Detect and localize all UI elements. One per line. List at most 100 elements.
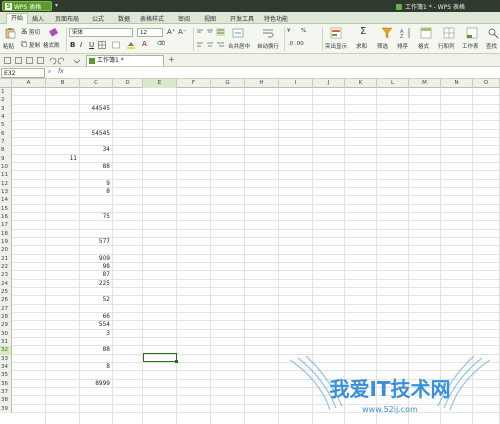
row-header[interactable]: 24 bbox=[0, 279, 12, 288]
clear-format-icon[interactable]: ⌫ bbox=[157, 41, 165, 47]
format-button[interactable]: 格式 bbox=[418, 42, 429, 50]
cell-c36[interactable]: 8999 bbox=[80, 380, 110, 388]
align-horizontal-icons[interactable] bbox=[196, 41, 226, 49]
find-button[interactable]: 查找 bbox=[486, 42, 497, 50]
tab-menu[interactable]: 视图 bbox=[204, 14, 216, 23]
decimal-icons[interactable]: .0 .00 bbox=[288, 41, 304, 47]
row-header[interactable]: 14 bbox=[0, 196, 12, 205]
sum-button[interactable]: 求和 bbox=[356, 42, 367, 50]
row-header[interactable]: 25 bbox=[0, 287, 12, 297]
row-header[interactable]: 9 bbox=[0, 154, 12, 163]
cell-c21[interactable]: 909 bbox=[80, 255, 110, 263]
tab-menu[interactable]: 数据 bbox=[118, 14, 130, 23]
app-menu-button[interactable]: S WPS 表格 bbox=[2, 1, 52, 11]
row-header[interactable]: 27 bbox=[0, 304, 12, 313]
cell-c34[interactable]: 8 bbox=[80, 363, 110, 371]
select-all-corner[interactable] bbox=[0, 79, 12, 88]
column-header-a[interactable]: A bbox=[12, 79, 46, 88]
row-header[interactable]: 37 bbox=[0, 387, 12, 397]
font-name-select[interactable]: 宋体 bbox=[69, 28, 133, 37]
row-header[interactable]: 38 bbox=[0, 396, 12, 405]
row-header[interactable]: 33 bbox=[0, 354, 12, 363]
copy-icon[interactable] bbox=[21, 41, 27, 47]
row-header[interactable]: 34 bbox=[0, 362, 12, 372]
tab-workbook1[interactable]: 工作簿1 * bbox=[86, 55, 164, 66]
row-header[interactable]: 26 bbox=[0, 296, 12, 305]
row-header[interactable]: 36 bbox=[0, 379, 12, 388]
paste-button[interactable]: 粘贴 bbox=[3, 42, 14, 50]
row-header[interactable]: 35 bbox=[0, 371, 12, 380]
filter-icon[interactable] bbox=[381, 27, 393, 39]
conditional-format-button[interactable]: 突出显示 bbox=[325, 42, 347, 50]
row-header[interactable]: 23 bbox=[0, 271, 12, 280]
cut-button[interactable]: 剪切 bbox=[29, 28, 40, 36]
align-top-icons[interactable] bbox=[196, 28, 226, 36]
row-header[interactable]: 29 bbox=[0, 321, 12, 330]
tab-menu[interactable]: 开始 bbox=[6, 13, 29, 24]
sum-icon[interactable]: Σ bbox=[360, 26, 366, 37]
row-header[interactable]: 13 bbox=[0, 187, 12, 197]
bold-button[interactable]: B bbox=[70, 41, 75, 49]
format-painter-button[interactable]: 格式刷 bbox=[43, 41, 60, 49]
row-header[interactable]: 20 bbox=[0, 246, 12, 255]
column-header-f[interactable]: F bbox=[177, 79, 211, 88]
column-header-b[interactable]: B bbox=[46, 79, 80, 88]
column-header-n[interactable]: N bbox=[441, 79, 473, 88]
row-col-button[interactable]: 行和列 bbox=[438, 42, 455, 50]
sort-button[interactable]: 排序 bbox=[397, 42, 408, 50]
quick-access-icons[interactable] bbox=[4, 57, 84, 65]
row-header[interactable]: 12 bbox=[0, 179, 12, 188]
worksheet-button[interactable]: 工作表 bbox=[462, 42, 479, 50]
cell-c8[interactable]: 34 bbox=[80, 146, 110, 154]
paste-icon[interactable] bbox=[4, 27, 16, 39]
column-header-o[interactable]: O bbox=[473, 79, 500, 88]
cell-c6[interactable]: 54545 bbox=[80, 130, 110, 138]
column-header-h[interactable]: H bbox=[245, 79, 279, 88]
row-header[interactable]: 5 bbox=[0, 121, 12, 130]
cell-c10[interactable]: 88 bbox=[80, 163, 110, 171]
row-header[interactable]: 11 bbox=[0, 171, 12, 180]
conditional-format-icon[interactable] bbox=[330, 27, 342, 39]
tab-menu[interactable]: 审阅 bbox=[178, 14, 190, 23]
font-size-select[interactable]: 12 bbox=[137, 28, 163, 37]
new-tab-icon[interactable]: + bbox=[168, 55, 175, 64]
sort-icon[interactable]: AZ bbox=[400, 27, 412, 39]
column-header-d[interactable]: D bbox=[113, 79, 143, 88]
tab-menu[interactable]: 开发工具 bbox=[230, 14, 254, 23]
cell-c12[interactable]: 9 bbox=[80, 180, 110, 188]
row-header[interactable]: 31 bbox=[0, 337, 12, 347]
row-header[interactable]: 17 bbox=[0, 221, 12, 230]
format-icon[interactable] bbox=[420, 27, 432, 39]
tab-menu[interactable]: 插入 bbox=[32, 14, 44, 23]
column-header-i[interactable]: I bbox=[279, 79, 313, 88]
row-header[interactable]: 3 bbox=[0, 104, 12, 113]
eraser-icon[interactable] bbox=[48, 26, 60, 38]
cell-c30[interactable]: 3 bbox=[80, 330, 110, 338]
cut-icon[interactable] bbox=[21, 28, 27, 34]
fill-color-icon[interactable] bbox=[127, 41, 136, 49]
copy-button[interactable]: 复制 bbox=[29, 41, 40, 49]
merge-center-button[interactable]: 合并居中 bbox=[228, 42, 250, 50]
tab-menu[interactable]: 特色功能 bbox=[264, 14, 288, 23]
decrease-font-icon[interactable]: A⁻ bbox=[178, 28, 186, 36]
cell-style-icon[interactable] bbox=[112, 41, 120, 49]
cell-c26[interactable]: 52 bbox=[80, 296, 110, 304]
fill-handle[interactable] bbox=[175, 360, 178, 363]
cell-c16[interactable]: 75 bbox=[80, 213, 110, 221]
cell-c3[interactable]: 44545 bbox=[80, 105, 110, 113]
find-icon[interactable] bbox=[487, 27, 499, 39]
filter-button[interactable]: 筛选 bbox=[377, 42, 388, 50]
border-icon[interactable] bbox=[98, 41, 106, 49]
column-header-k[interactable]: K bbox=[345, 79, 377, 88]
row-header[interactable]: 22 bbox=[0, 262, 12, 272]
wrap-text-button[interactable]: 自动换行 bbox=[257, 42, 279, 50]
cell-b9[interactable]: 11 bbox=[46, 155, 77, 163]
name-box[interactable]: E32 bbox=[1, 68, 45, 78]
row-header[interactable]: 10 bbox=[0, 162, 12, 172]
column-header-c[interactable]: C bbox=[80, 79, 113, 88]
zoom-icon[interactable]: ⌕ bbox=[48, 68, 51, 76]
row-header[interactable]: 15 bbox=[0, 204, 12, 213]
row-col-icon[interactable] bbox=[443, 27, 455, 39]
percent-button[interactable]: % bbox=[301, 28, 306, 34]
row-header[interactable]: 19 bbox=[0, 237, 12, 247]
